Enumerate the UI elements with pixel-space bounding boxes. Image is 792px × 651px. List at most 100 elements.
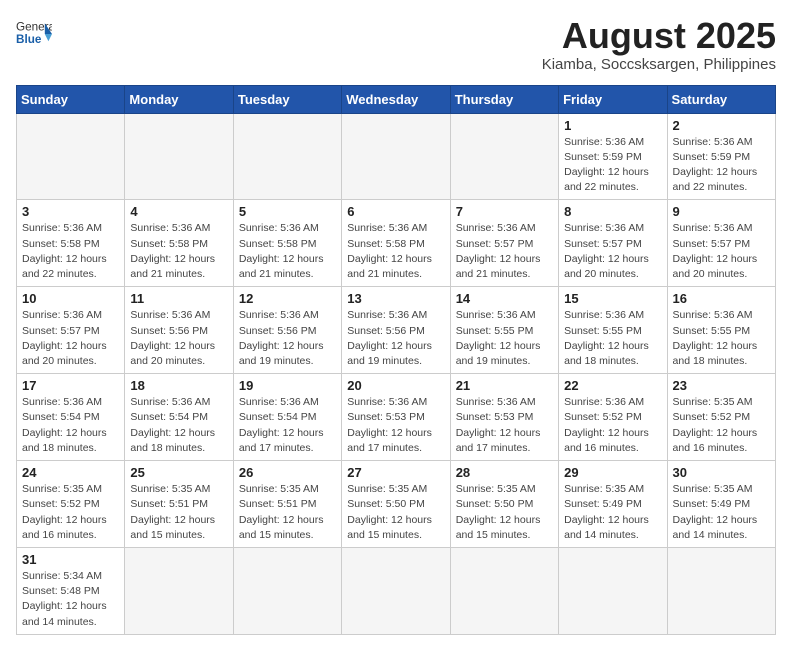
day-number: 8 — [564, 204, 661, 219]
weekday-header: Friday — [559, 85, 667, 113]
day-info: Sunrise: 5:36 AM Sunset: 5:58 PM Dayligh… — [22, 221, 119, 282]
day-number: 18 — [130, 378, 227, 393]
day-info: Sunrise: 5:36 AM Sunset: 5:53 PM Dayligh… — [347, 395, 444, 456]
day-number: 26 — [239, 465, 336, 480]
weekday-header-row: SundayMondayTuesdayWednesdayThursdayFrid… — [17, 85, 776, 113]
day-number: 20 — [347, 378, 444, 393]
calendar-day-cell — [17, 113, 125, 200]
day-info: Sunrise: 5:36 AM Sunset: 5:56 PM Dayligh… — [130, 308, 227, 369]
day-info: Sunrise: 5:35 AM Sunset: 5:50 PM Dayligh… — [456, 482, 553, 543]
calendar-day-cell: 5 Sunrise: 5:36 AM Sunset: 5:58 PM Daylig… — [233, 200, 341, 287]
calendar-day-cell: 22Sunrise: 5:36 AM Sunset: 5:52 PM Dayli… — [559, 374, 667, 461]
calendar-day-cell: 18 Sunrise: 5:36 AM Sunset: 5:54 PM Dayli… — [125, 374, 233, 461]
calendar-week-row: 10 Sunrise: 5:36 AM Sunset: 5:57 PM Dayli… — [17, 287, 776, 374]
day-number: 13 — [347, 291, 444, 306]
calendar-day-cell: 23 Sunrise: 5:35 AM Sunset: 5:52 PM Dayli… — [667, 374, 775, 461]
day-number: 6 — [347, 204, 444, 219]
calendar-day-cell: 9 Sunrise: 5:36 AM Sunset: 5:57 PM Daylig… — [667, 200, 775, 287]
calendar-day-cell: 24 Sunrise: 5:35 AM Sunset: 5:52 PM Dayli… — [17, 461, 125, 548]
calendar-day-cell: 3 Sunrise: 5:36 AM Sunset: 5:58 PM Daylig… — [17, 200, 125, 287]
day-number: 10 — [22, 291, 119, 306]
day-info: Sunrise: 5:36 AM Sunset: 5:55 PM Dayligh… — [673, 308, 770, 369]
day-info: Sunrise: 5:35 AM Sunset: 5:52 PM Dayligh… — [673, 395, 770, 456]
calendar-day-cell: 13 Sunrise: 5:36 AM Sunset: 5:56 PM Dayli… — [342, 287, 450, 374]
calendar-day-cell: 8 Sunrise: 5:36 AM Sunset: 5:57 PM Daylig… — [559, 200, 667, 287]
day-info: Sunrise: 5:36 AM Sunset: 5:55 PM Dayligh… — [456, 308, 553, 369]
calendar-day-cell: 6 Sunrise: 5:36 AM Sunset: 5:58 PM Daylig… — [342, 200, 450, 287]
weekday-header: Saturday — [667, 85, 775, 113]
calendar-day-cell: 20 Sunrise: 5:36 AM Sunset: 5:53 PM Dayli… — [342, 374, 450, 461]
page-header: General Blue August 2025 Kiamba, Soccsks… — [16, 16, 776, 73]
calendar-day-cell — [450, 547, 558, 634]
day-number: 4 — [130, 204, 227, 219]
day-number: 28 — [456, 465, 553, 480]
day-number: 30 — [673, 465, 770, 480]
day-number: 2 — [673, 118, 770, 133]
calendar-day-cell — [667, 547, 775, 634]
day-info: Sunrise: 5:36 AM Sunset: 5:56 PM Dayligh… — [239, 308, 336, 369]
day-info: Sunrise: 5:36 AM Sunset: 5:58 PM Dayligh… — [239, 221, 336, 282]
day-info: Sunrise: 5:36 AM Sunset: 5:54 PM Dayligh… — [130, 395, 227, 456]
calendar-day-cell: 27Sunrise: 5:35 AM Sunset: 5:50 PM Dayli… — [342, 461, 450, 548]
day-number: 5 — [239, 204, 336, 219]
day-number: 23 — [673, 378, 770, 393]
calendar-day-cell — [342, 547, 450, 634]
day-info: Sunrise: 5:35 AM Sunset: 5:51 PM Dayligh… — [239, 482, 336, 543]
day-info: Sunrise: 5:36 AM Sunset: 5:56 PM Dayligh… — [347, 308, 444, 369]
day-info: Sunrise: 5:34 AM Sunset: 5:48 PM Dayligh… — [22, 569, 119, 630]
calendar-day-cell: 21 Sunrise: 5:36 AM Sunset: 5:53 PM Dayli… — [450, 374, 558, 461]
day-number: 16 — [673, 291, 770, 306]
day-info: Sunrise: 5:36 AM Sunset: 5:58 PM Dayligh… — [130, 221, 227, 282]
day-info: Sunrise: 5:35 AM Sunset: 5:49 PM Dayligh… — [673, 482, 770, 543]
weekday-header: Thursday — [450, 85, 558, 113]
day-info: Sunrise: 5:36 AM Sunset: 5:57 PM Dayligh… — [22, 308, 119, 369]
day-number: 15 — [564, 291, 661, 306]
day-number: 14 — [456, 291, 553, 306]
day-number: 17 — [22, 378, 119, 393]
calendar-week-row: 17 Sunrise: 5:36 AM Sunset: 5:54 PM Dayli… — [17, 374, 776, 461]
day-info: Sunrise: 5:36 AM Sunset: 5:55 PM Dayligh… — [564, 308, 661, 369]
logo-icon: General Blue — [16, 16, 52, 52]
calendar-day-cell — [125, 547, 233, 634]
calendar-day-cell: 15 Sunrise: 5:36 AM Sunset: 5:55 PM Dayli… — [559, 287, 667, 374]
calendar-day-cell: 4 Sunrise: 5:36 AM Sunset: 5:58 PM Daylig… — [125, 200, 233, 287]
day-info: Sunrise: 5:36 AM Sunset: 5:53 PM Dayligh… — [456, 395, 553, 456]
day-info: Sunrise: 5:36 AM Sunset: 5:59 PM Dayligh… — [673, 135, 770, 196]
calendar-day-cell — [342, 113, 450, 200]
calendar-day-cell — [233, 547, 341, 634]
day-info: Sunrise: 5:36 AM Sunset: 5:57 PM Dayligh… — [564, 221, 661, 282]
day-number: 12 — [239, 291, 336, 306]
svg-text:Blue: Blue — [16, 33, 42, 46]
day-number: 19 — [239, 378, 336, 393]
day-number: 21 — [456, 378, 553, 393]
day-info: Sunrise: 5:36 AM Sunset: 5:58 PM Dayligh… — [347, 221, 444, 282]
calendar-week-row: 31 Sunrise: 5:34 AM Sunset: 5:48 PM Dayli… — [17, 547, 776, 634]
day-info: Sunrise: 5:35 AM Sunset: 5:52 PM Dayligh… — [22, 482, 119, 543]
day-number: 3 — [22, 204, 119, 219]
day-info: Sunrise: 5:36 AM Sunset: 5:57 PM Dayligh… — [673, 221, 770, 282]
calendar-day-cell: 10 Sunrise: 5:36 AM Sunset: 5:57 PM Dayli… — [17, 287, 125, 374]
calendar-day-cell — [450, 113, 558, 200]
calendar-day-cell: 29 Sunrise: 5:35 AM Sunset: 5:49 PM Dayli… — [559, 461, 667, 548]
calendar-day-cell: 12 Sunrise: 5:36 AM Sunset: 5:56 PM Dayli… — [233, 287, 341, 374]
day-info: Sunrise: 5:35 AM Sunset: 5:51 PM Dayligh… — [130, 482, 227, 543]
calendar-day-cell: 31 Sunrise: 5:34 AM Sunset: 5:48 PM Dayli… — [17, 547, 125, 634]
day-number: 29 — [564, 465, 661, 480]
calendar-day-cell: 17 Sunrise: 5:36 AM Sunset: 5:54 PM Dayli… — [17, 374, 125, 461]
weekday-header: Monday — [125, 85, 233, 113]
day-info: Sunrise: 5:36 AM Sunset: 5:59 PM Dayligh… — [564, 135, 661, 196]
day-number: 9 — [673, 204, 770, 219]
day-info: Sunrise: 5:36 AM Sunset: 5:54 PM Dayligh… — [22, 395, 119, 456]
calendar-table: SundayMondayTuesdayWednesdayThursdayFrid… — [16, 85, 776, 635]
day-number: 25 — [130, 465, 227, 480]
calendar-day-cell: 30 Sunrise: 5:35 AM Sunset: 5:49 PM Dayli… — [667, 461, 775, 548]
calendar-day-cell — [125, 113, 233, 200]
day-number: 24 — [22, 465, 119, 480]
calendar-day-cell: 7Sunrise: 5:36 AM Sunset: 5:57 PM Daylig… — [450, 200, 558, 287]
day-info: Sunrise: 5:35 AM Sunset: 5:49 PM Dayligh… — [564, 482, 661, 543]
day-info: Sunrise: 5:36 AM Sunset: 5:52 PM Dayligh… — [564, 395, 661, 456]
logo: General Blue — [16, 16, 52, 52]
calendar-day-cell — [559, 547, 667, 634]
day-number: 31 — [22, 552, 119, 567]
calendar-day-cell: 25 Sunrise: 5:35 AM Sunset: 5:51 PM Dayli… — [125, 461, 233, 548]
